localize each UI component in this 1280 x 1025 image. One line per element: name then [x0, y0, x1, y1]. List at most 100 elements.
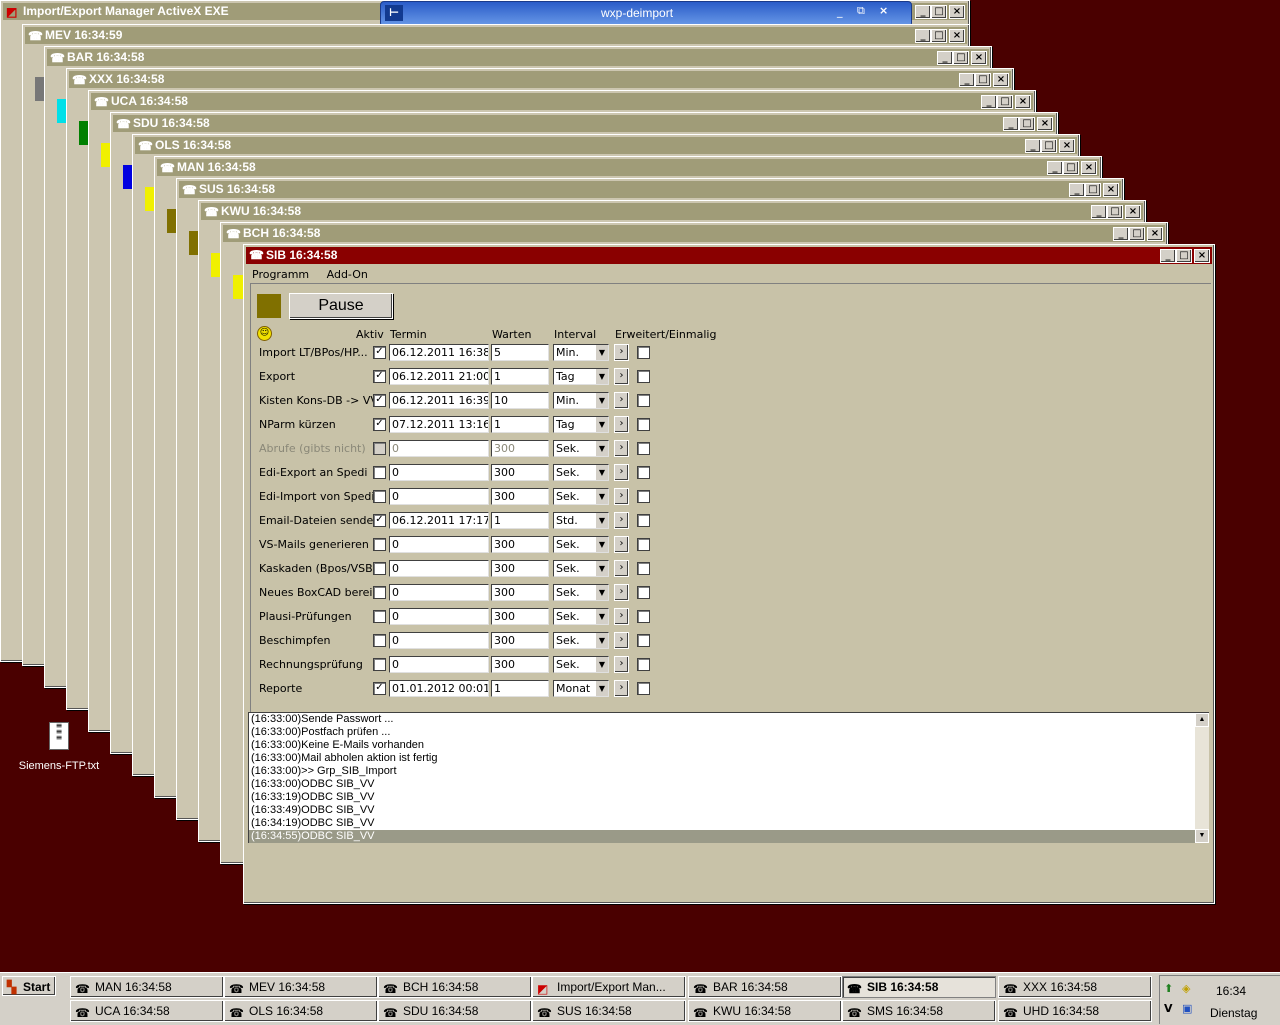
- termin-input[interactable]: 0: [389, 560, 489, 577]
- taskbar-button[interactable]: ◩ Import/Export Man...: [532, 976, 686, 998]
- interval-select[interactable]: Sek. ▼: [553, 656, 609, 673]
- interval-select[interactable]: Tag ▼: [553, 368, 609, 385]
- einmalig-checkbox[interactable]: [637, 682, 650, 695]
- remote-close-icon[interactable]: ×: [879, 4, 888, 17]
- einmalig-checkbox[interactable]: [637, 370, 650, 383]
- taskbar-button[interactable]: ☎ KWU 16:34:58: [688, 1000, 842, 1022]
- maximize-icon[interactable]: □: [1085, 183, 1101, 197]
- warten-input[interactable]: 300: [491, 584, 549, 601]
- termin-input[interactable]: 0: [389, 440, 489, 457]
- chevron-down-icon[interactable]: ▼: [595, 633, 608, 648]
- minimize-icon[interactable]: _: [1025, 139, 1041, 153]
- close-icon[interactable]: ×: [1147, 227, 1163, 241]
- chevron-down-icon[interactable]: ▼: [595, 657, 608, 672]
- aktiv-checkbox[interactable]: ✓: [373, 418, 386, 431]
- minimize-icon[interactable]: _: [1113, 227, 1129, 241]
- clock-time[interactable]: 16:34: [1216, 984, 1246, 998]
- termin-input[interactable]: 0: [389, 584, 489, 601]
- minimize-icon[interactable]: _: [1160, 249, 1176, 263]
- aktiv-checkbox[interactable]: [373, 586, 386, 599]
- termin-input[interactable]: 0: [389, 536, 489, 553]
- interval-select[interactable]: Sek. ▼: [553, 608, 609, 625]
- warten-input[interactable]: 300: [491, 440, 549, 457]
- pause-button[interactable]: Pause: [289, 293, 393, 319]
- close-icon[interactable]: ×: [949, 29, 965, 43]
- aktiv-checkbox[interactable]: [373, 610, 386, 623]
- maximize-icon[interactable]: □: [931, 29, 947, 43]
- taskbar-button[interactable]: ☎ SMS 16:34:58: [842, 1000, 996, 1022]
- pin-icon[interactable]: ⊢: [385, 5, 403, 21]
- close-icon[interactable]: ×: [993, 73, 1009, 87]
- taskbar-button[interactable]: ☎ SDU 16:34:58: [378, 1000, 532, 1022]
- aktiv-checkbox[interactable]: [373, 466, 386, 479]
- log-line[interactable]: (16:33:00)Keine E-Mails vorhanden: [249, 739, 1209, 752]
- taskbar-button[interactable]: ☎ UCA 16:34:58: [70, 1000, 224, 1022]
- network-icon[interactable]: ⬆: [1164, 982, 1173, 995]
- chevron-down-icon[interactable]: ▼: [595, 441, 608, 456]
- cascade-window-titlebar[interactable]: ☎ SDU 16:34:58: [113, 115, 1055, 132]
- einmalig-checkbox[interactable]: [637, 634, 650, 647]
- erweitert-button[interactable]: ›: [614, 512, 629, 529]
- termin-input[interactable]: 01.01.2012 00:01:0: [389, 680, 489, 697]
- erweitert-button[interactable]: ›: [614, 392, 629, 409]
- cascade-window-titlebar[interactable]: ☎ KWU 16:34:58: [201, 203, 1143, 220]
- warten-input[interactable]: 1: [491, 416, 549, 433]
- interval-select[interactable]: Sek. ▼: [553, 584, 609, 601]
- taskbar-button[interactable]: ☎ BCH 16:34:58: [378, 976, 532, 998]
- cascade-window-titlebar[interactable]: ☎ MEV 16:34:59: [25, 27, 967, 44]
- close-icon[interactable]: ×: [1194, 249, 1210, 263]
- monitor-icon[interactable]: ▣: [1182, 1002, 1192, 1015]
- termin-input[interactable]: 0: [389, 632, 489, 649]
- close-icon[interactable]: ×: [1125, 205, 1141, 219]
- warten-input[interactable]: 300: [491, 560, 549, 577]
- close-icon[interactable]: ×: [1037, 117, 1053, 131]
- warten-input[interactable]: 1: [491, 680, 549, 697]
- antivirus-icon[interactable]: V: [1164, 1002, 1173, 1015]
- einmalig-checkbox[interactable]: [637, 394, 650, 407]
- termin-input[interactable]: 0: [389, 464, 489, 481]
- interval-select[interactable]: Sek. ▼: [553, 488, 609, 505]
- erweitert-button[interactable]: ›: [614, 536, 629, 553]
- sib-window-titlebar[interactable]: ☎ SIB 16:34:58: [246, 247, 1212, 264]
- log-line[interactable]: (16:34:55)ODBC SIB_VV: [249, 830, 1209, 843]
- einmalig-checkbox[interactable]: [637, 610, 650, 623]
- maximize-icon[interactable]: □: [1129, 227, 1145, 241]
- einmalig-checkbox[interactable]: [637, 490, 650, 503]
- interval-select[interactable]: Sek. ▼: [553, 464, 609, 481]
- chevron-down-icon[interactable]: ▼: [595, 513, 608, 528]
- warten-input[interactable]: 300: [491, 488, 549, 505]
- close-icon[interactable]: ×: [1081, 161, 1097, 175]
- chevron-down-icon[interactable]: ▼: [595, 681, 608, 696]
- interval-select[interactable]: Monat ▼: [553, 680, 609, 697]
- aktiv-checkbox[interactable]: ✓: [373, 370, 386, 383]
- interval-select[interactable]: Sek. ▼: [553, 440, 609, 457]
- taskbar-button[interactable]: ☎ MAN 16:34:58: [70, 976, 224, 998]
- maximize-icon[interactable]: □: [1041, 139, 1057, 153]
- scroll-down-icon[interactable]: ▼: [1195, 829, 1209, 843]
- erweitert-button[interactable]: ›: [614, 344, 629, 361]
- interval-select[interactable]: Min. ▼: [553, 392, 609, 409]
- einmalig-checkbox[interactable]: [637, 466, 650, 479]
- einmalig-checkbox[interactable]: [637, 346, 650, 359]
- aktiv-checkbox[interactable]: [373, 658, 386, 671]
- maximize-icon[interactable]: □: [1019, 117, 1035, 131]
- aktiv-checkbox[interactable]: ✓: [373, 514, 386, 527]
- erweitert-button[interactable]: ›: [614, 560, 629, 577]
- einmalig-checkbox[interactable]: [637, 514, 650, 527]
- log-line[interactable]: (16:33:19)ODBC SIB_VV: [249, 791, 1209, 804]
- chevron-down-icon[interactable]: ▼: [595, 537, 608, 552]
- erweitert-button[interactable]: ›: [614, 608, 629, 625]
- warten-input[interactable]: 10: [491, 392, 549, 409]
- close-icon[interactable]: ×: [1059, 139, 1075, 153]
- sib-window[interactable]: ☎ SIB 16:34:58 _ □ × Programm Add-On Pause…: [243, 244, 1215, 904]
- chevron-down-icon[interactable]: ▼: [595, 369, 608, 384]
- chevron-down-icon[interactable]: ▼: [595, 345, 608, 360]
- termin-input[interactable]: 06.12.2011 16:38:0: [389, 344, 489, 361]
- log-scrollbar[interactable]: ▲ ▼: [1195, 713, 1209, 843]
- maximize-icon[interactable]: □: [931, 5, 947, 19]
- chevron-down-icon[interactable]: ▼: [595, 609, 608, 624]
- warten-input[interactable]: 300: [491, 656, 549, 673]
- scroll-up-icon[interactable]: ▲: [1195, 713, 1209, 727]
- minimize-icon[interactable]: _: [1047, 161, 1063, 175]
- maximize-icon[interactable]: □: [975, 73, 991, 87]
